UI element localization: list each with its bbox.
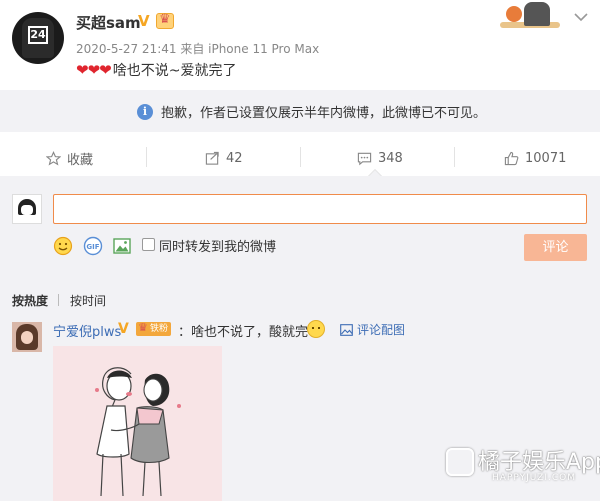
info-icon: i — [137, 103, 153, 120]
favorite-button[interactable]: 收藏 — [46, 142, 93, 174]
comment-text: ：啥也不说了，酸就完了 — [178, 325, 322, 340]
favorite-label: 收藏 — [67, 152, 94, 168]
star-icon — [46, 150, 61, 165]
emoji-icon[interactable] — [53, 236, 73, 256]
gif-icon[interactable]: GIF — [83, 236, 103, 256]
svg-text:GIF: GIF — [86, 243, 99, 251]
heart-emoji-icons: ❤❤❤ — [76, 61, 112, 79]
hidden-notice: i 抱歉，作者已设置仅展示半年内微博，此微博已不可见。 — [0, 90, 600, 132]
notice-text: 抱歉，作者已设置仅展示半年内微博，此微博已不可见。 — [161, 106, 487, 121]
like-count: 10071 — [525, 150, 567, 166]
post-text: 啥也不说~爱就完了 — [112, 63, 237, 79]
like-button[interactable]: 10071 — [504, 142, 566, 174]
repost-count: 42 — [226, 150, 243, 166]
post-body: ❤❤❤ 啥也不说~爱就完了 — [76, 60, 236, 80]
comment-count: 348 — [378, 150, 403, 166]
sort-bar: 按热度 按时间 — [0, 268, 600, 312]
comment-button[interactable]: 348 — [357, 142, 403, 174]
watermark-logo-icon — [446, 448, 474, 476]
sort-by-time-tab[interactable]: 按时间 — [70, 292, 106, 309]
thumbs-up-icon — [504, 151, 519, 165]
submit-comment-button[interactable]: 评论 — [524, 234, 587, 261]
commenter-name[interactable]: 宁爱倪plws — [53, 321, 121, 340]
verified-icon: V — [118, 321, 129, 337]
repost-button[interactable]: 42 — [205, 142, 243, 174]
watermark-title: 橘子娱乐App — [478, 450, 600, 475]
action-bar: 收藏 42 348 10071 — [0, 142, 600, 174]
comment-image-link[interactable]: 评论配图 — [340, 321, 405, 338]
fan-badge: 铁粉 — [136, 321, 172, 336]
repost-checkbox[interactable] — [142, 238, 155, 251]
image-icon[interactable] — [112, 236, 132, 256]
commenter-avatar[interactable] — [12, 322, 42, 352]
sour-face-emoji-icon — [307, 320, 325, 338]
watermark-subtitle: HAPPYJUZI.COM — [492, 473, 576, 483]
my-avatar[interactable] — [12, 194, 42, 224]
picture-icon — [340, 323, 353, 336]
post-header: 24 买超sam V 2020-5-27 21:41 来自 iPhone 11 … — [0, 0, 600, 90]
sort-divider — [58, 294, 59, 306]
author-avatar[interactable]: 24 — [12, 12, 64, 64]
sort-by-hot-tab[interactable]: 按热度 — [12, 292, 48, 309]
repost-checkbox-label[interactable]: 同时转发到我的微博 — [159, 236, 276, 255]
comment-icon — [357, 152, 372, 165]
comment-input[interactable] — [53, 194, 587, 224]
comment-image[interactable] — [53, 346, 222, 501]
repost-icon — [205, 151, 219, 165]
verified-icon: V — [138, 12, 150, 30]
app-watermark: 橘子娱乐App HAPPYJUZI.COM — [440, 444, 600, 496]
comment-composer: GIF 同时转发到我的微博 评论 — [0, 176, 600, 268]
chevron-down-icon[interactable] — [572, 8, 590, 26]
card-decoration-icon — [500, 2, 564, 28]
post-meta: 2020-5-27 21:41 来自 iPhone 11 Pro Max — [76, 42, 320, 56]
author-name[interactable]: 买超sam — [76, 12, 141, 33]
crown-badge-icon — [156, 12, 174, 29]
comment-image-label: 评论配图 — [357, 323, 406, 337]
avatar-number: 24 — [28, 26, 48, 44]
